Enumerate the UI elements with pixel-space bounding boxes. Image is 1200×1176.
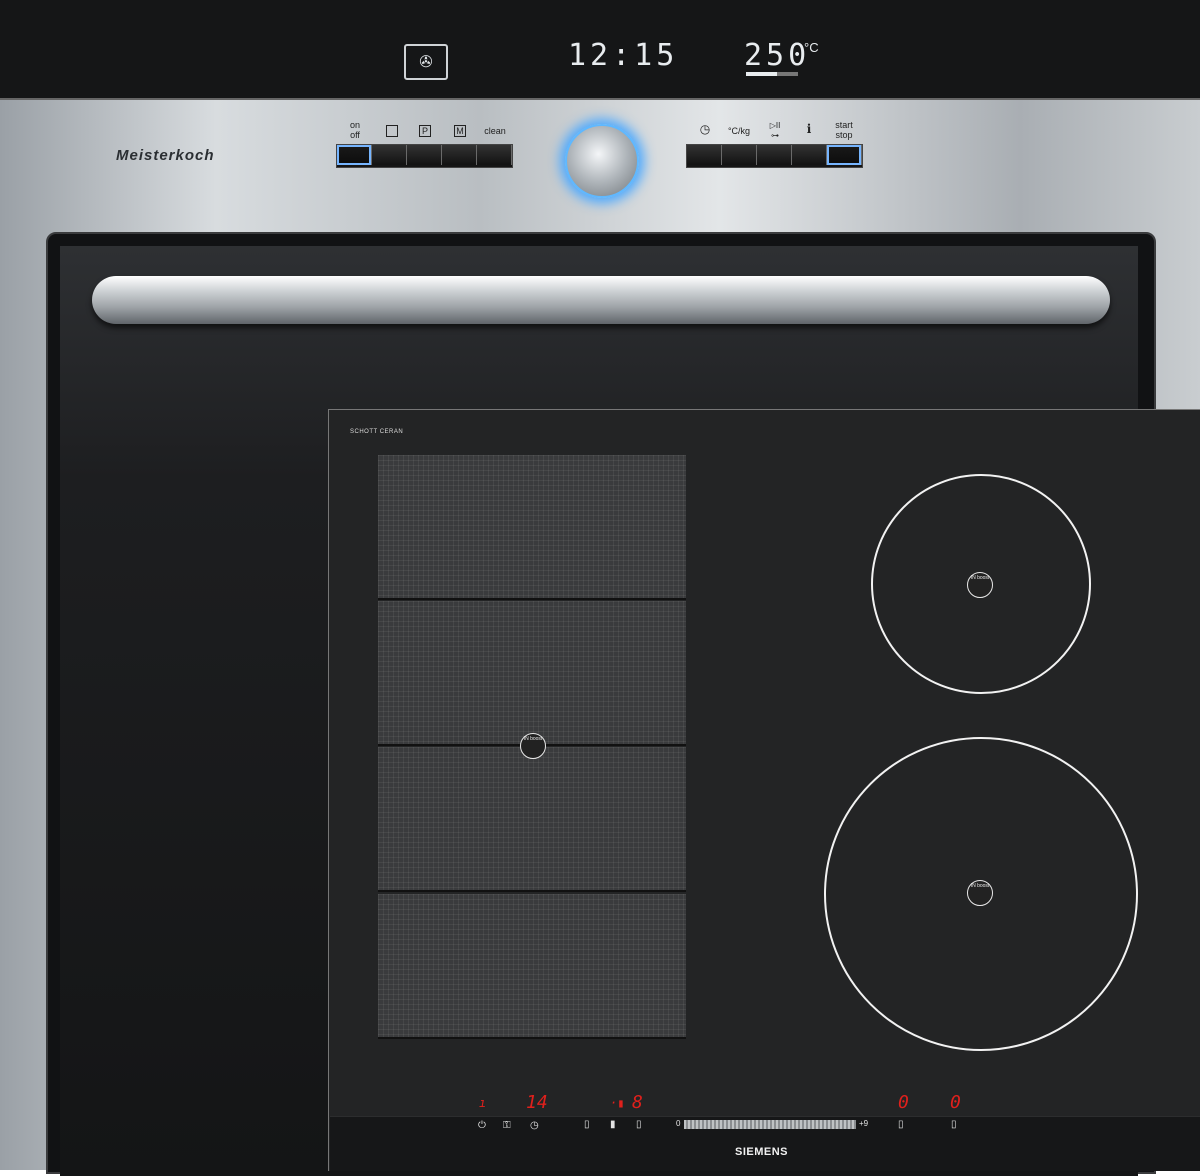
boost-badge: IN boost	[967, 880, 993, 906]
front-right-power-display: 0	[898, 1092, 909, 1113]
program-button[interactable]	[407, 145, 442, 165]
rear-right-power-display: 0	[950, 1092, 961, 1113]
power-icon[interactable]: ⏻	[478, 1120, 486, 1131]
flex-zone-section[interactable]	[378, 601, 686, 746]
child-lock-icon[interactable]: ⚿	[503, 1120, 511, 1131]
oven-door-handle[interactable]	[92, 276, 1110, 324]
temperature-level-bar	[746, 72, 798, 76]
memory-label: M	[454, 125, 466, 137]
oven-display-bar: ✇ 12:15 250 °C	[0, 0, 1200, 100]
on-off-label: on off	[349, 120, 360, 140]
info-label: i	[806, 122, 812, 136]
power-indicator-dot: ı	[479, 1096, 487, 1110]
mode-button[interactable]	[372, 145, 407, 165]
temp-weight-label: °C/kg	[727, 126, 751, 136]
zone-select-icon[interactable]: ▮	[610, 1119, 616, 1130]
zone-indicator-dot: ·▮	[610, 1096, 625, 1110]
flex-zone-section[interactable]	[378, 455, 686, 600]
oven-left-buttons	[336, 144, 513, 168]
slider-min-label: 0	[676, 1119, 681, 1128]
cooktop-brand-label: SIEMENS	[735, 1146, 789, 1158]
temperature-unit: °C	[804, 40, 819, 55]
timer-display: 14	[526, 1092, 548, 1113]
flex-zone-section[interactable]	[378, 747, 686, 892]
memory-button[interactable]	[442, 145, 477, 165]
start-stop-button[interactable]	[827, 145, 862, 165]
info-button[interactable]	[792, 145, 827, 165]
zone-select-icon[interactable]: ▯	[584, 1119, 590, 1130]
ceran-logo: SCHOTT CERAN	[350, 429, 404, 435]
temp-weight-button[interactable]	[722, 145, 757, 165]
control-knob[interactable]	[565, 124, 639, 198]
program-label: P	[419, 125, 431, 137]
oven-temperature-display: 250	[744, 38, 811, 73]
clock-icon: ◷	[699, 122, 711, 136]
slider-max-label: +9	[859, 1119, 869, 1128]
on-off-button[interactable]	[337, 145, 372, 165]
flex-zone-power-display: 8	[632, 1092, 643, 1113]
oven-brand-label: Meisterkoch	[116, 147, 215, 164]
clean-button[interactable]	[477, 145, 512, 165]
flex-zone-section[interactable]	[378, 894, 686, 1039]
square-icon	[386, 125, 398, 137]
timer-button[interactable]	[687, 145, 722, 165]
zone-select-icon[interactable]: ▯	[636, 1119, 642, 1130]
boost-badge: IN boost	[967, 572, 993, 598]
clean-label: clean	[484, 126, 506, 136]
zone-select-icon[interactable]: ▯	[951, 1119, 957, 1130]
boost-badge: IN boost	[520, 733, 546, 759]
power-slider[interactable]	[684, 1120, 856, 1129]
oven-time-display: 12:15	[568, 38, 679, 73]
quick-heat-lock-button[interactable]	[757, 145, 792, 165]
start-stop-label: start stop	[835, 120, 853, 140]
play-pause-lock-icon: ▷II ⊶	[769, 121, 781, 140]
oven-right-buttons	[686, 144, 863, 168]
fan-icon[interactable]: ✇	[404, 44, 448, 80]
zone-select-icon[interactable]: ▯	[898, 1119, 904, 1130]
timer-icon[interactable]: ◷	[530, 1120, 539, 1131]
